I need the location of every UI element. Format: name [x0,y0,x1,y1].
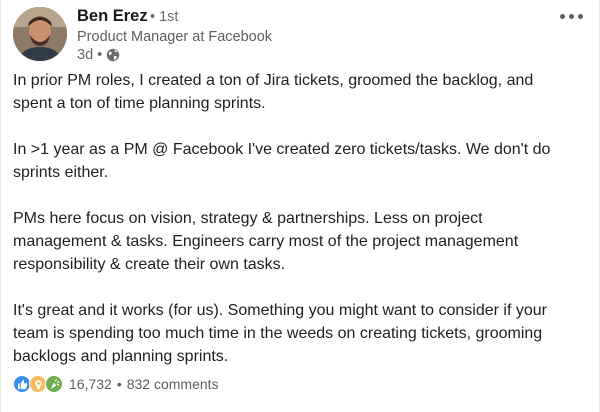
connection-degree: • 1st [150,9,179,25]
comments-count[interactable]: 832 comments [127,376,219,392]
more-options-icon[interactable] [557,8,585,24]
author-avatar[interactable] [13,7,67,61]
globe-icon [106,48,120,62]
post-meta: 3d • [77,46,120,64]
reaction-count[interactable]: 16,732 [69,376,112,392]
post-paragraph: In prior PM roles, I created a ton of Ji… [13,72,534,112]
celebrate-icon [45,375,63,393]
social-counts: 16,732 • 832 comments [13,373,219,395]
post-paragraph: PMs here focus on vision, strategy & par… [13,210,519,273]
post-body: In prior PM roles, I created a ton of Ji… [13,69,589,391]
post-paragraph: In >1 year as a PM @ Facebook I've creat… [13,141,551,181]
post-paragraph: It's great and it works (for us). Someth… [13,302,547,365]
author-headline: Product Manager at Facebook [77,29,273,45]
post-card: Ben Erez • 1st Product Manager at Facebo… [0,0,600,412]
reactions-summary[interactable] [13,375,63,393]
author-name[interactable]: Ben Erez [77,7,148,26]
separator: • [116,376,122,392]
post-time: 3d • [77,47,103,63]
